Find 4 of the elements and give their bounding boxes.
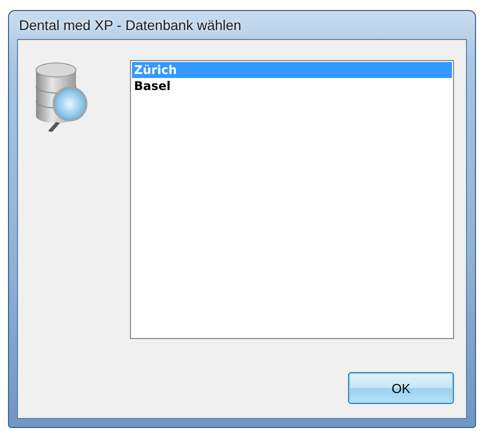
ok-button[interactable]: OK <box>348 372 454 404</box>
database-list[interactable]: Zürich Basel <box>130 60 454 339</box>
list-item[interactable]: Basel <box>132 78 452 94</box>
window-title: Dental med XP - Datenbank wählen <box>19 17 242 33</box>
